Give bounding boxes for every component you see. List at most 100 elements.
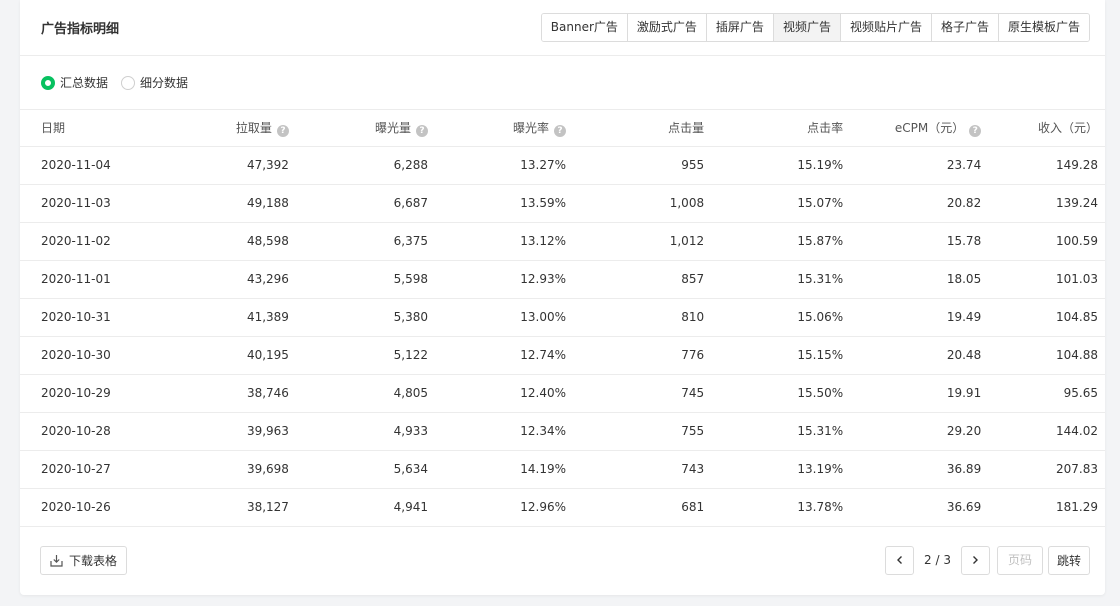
next-page-button[interactable]	[960, 545, 990, 575]
column-header-label: 日期	[41, 121, 66, 136]
table-cell: 2020-10-29	[41, 386, 111, 400]
table-cell: 955	[681, 158, 705, 172]
table-row: 2020-10-26 38,127 4,941 12.96% 681 13.78% 36.6…	[20, 488, 1105, 526]
table-cell: 4,933	[393, 424, 428, 438]
table-cell: 2020-11-04	[41, 158, 111, 172]
table-cell: 13.78%	[797, 500, 844, 514]
table-cell: 5,598	[393, 272, 428, 286]
table-cell: 47,392	[246, 158, 289, 172]
help-icon[interactable]: ?	[554, 124, 567, 137]
table-cell: 15.07%	[797, 196, 844, 210]
radio-unchecked-icon	[121, 75, 136, 90]
tab-4[interactable]: 视频贴片广告	[839, 14, 931, 41]
table-cell: 776	[681, 348, 705, 362]
table-cell: 15.19%	[797, 158, 844, 172]
table-cell: 15.50%	[797, 386, 844, 400]
table-cell: 2020-10-28	[41, 424, 111, 438]
table-cell: 104.88	[1056, 348, 1098, 362]
table-cell: 13.00%	[520, 310, 567, 324]
table-cell: 23.74	[946, 158, 982, 172]
column-header-label: eCPM（元）	[894, 120, 965, 135]
table-cell: 18.05	[946, 272, 982, 286]
table-cell: 12.34%	[520, 424, 567, 438]
tab-2[interactable]: 插屏广告	[705, 14, 773, 41]
table-cell: 12.96%	[520, 500, 567, 514]
table-cell: 12.40%	[520, 386, 567, 400]
table-cell: 2020-10-26	[41, 500, 111, 514]
page-title: 广告指标明细	[41, 22, 120, 37]
table-cell: 39,698	[246, 462, 289, 476]
table-cell: 12.93%	[520, 272, 567, 286]
metrics-table: 日期 拉取量? 曝光量? 曝光率? 点击量 点击率 eCPM（元）? 收入（元） 2020-1…	[20, 110, 1105, 527]
table-cell: 2020-11-01	[41, 272, 111, 286]
table-cell: 48,598	[246, 234, 289, 248]
table-row: 2020-10-30 40,195 5,122 12.74% 776 15.15% 20.4…	[20, 336, 1105, 374]
table-cell: 139.24	[1056, 196, 1098, 210]
table-row: 2020-10-31 41,389 5,380 13.00% 810 15.06% 19.4…	[20, 298, 1105, 336]
column-header-label: 曝光率	[513, 120, 550, 135]
table-cell: 15.87%	[797, 234, 844, 248]
help-icon[interactable]: ?	[276, 124, 289, 137]
jump-button[interactable]: 跳转	[1047, 545, 1090, 575]
table-cell: 95.65	[1063, 386, 1098, 400]
table-cell: 15.31%	[797, 272, 844, 286]
table-cell: 15.15%	[797, 348, 844, 362]
download-label: 下载表格	[69, 553, 118, 568]
download-icon	[50, 554, 63, 567]
table-cell: 181.29	[1056, 500, 1098, 514]
table-cell: 6,375	[393, 234, 428, 248]
table-footer: 下载表格 2 / 3 页码 跳转	[40, 545, 1090, 575]
tab-3[interactable]: 视频广告	[772, 14, 840, 41]
table-cell: 14.19%	[520, 462, 567, 476]
prev-page-button[interactable]	[885, 545, 915, 575]
table-cell: 149.28	[1056, 158, 1098, 172]
table-row: 2020-11-01 43,296 5,598 12.93% 857 15.31% 18.0…	[20, 260, 1105, 298]
page-indicator: 2 / 3	[924, 553, 951, 567]
download-table-button[interactable]: 下载表格	[40, 545, 128, 575]
pagination: 2 / 3 页码 跳转	[885, 545, 1090, 575]
column-header-label: 点击率	[807, 121, 844, 136]
tab-6[interactable]: 原生模板广告	[997, 14, 1089, 41]
table-cell: 41,389	[246, 310, 289, 324]
help-icon[interactable]: ?	[969, 124, 982, 137]
table-cell: 36.69	[946, 500, 982, 514]
tab-5[interactable]: 格子广告	[930, 14, 998, 41]
radio-label: 细分数据	[140, 76, 189, 90]
table-row: 2020-10-28 39,963 4,933 12.34% 755 15.31% 29.2…	[20, 412, 1105, 450]
radio-option-0[interactable]: 汇总数据	[41, 74, 108, 91]
table-cell: 20.48	[946, 348, 982, 362]
column-header-label: 拉取量	[235, 120, 272, 135]
table-cell: 29.20	[946, 424, 982, 438]
table-cell: 743	[681, 462, 705, 476]
table-cell: 1,012	[669, 234, 705, 248]
ad-type-tabs: Banner广告 激励式广告 插屏广告 视频广告 视频贴片广告 格子广告 原生模板广告	[540, 13, 1090, 42]
page-number-input[interactable]: 页码	[996, 545, 1043, 575]
help-icon[interactable]: ?	[416, 124, 428, 137]
chevron-left-icon	[896, 556, 902, 564]
column-header: 点击率	[704, 110, 843, 146]
radio-label: 汇总数据	[60, 76, 109, 90]
table-cell: 19.91	[946, 386, 982, 400]
column-header: 收入（元）	[981, 110, 1105, 146]
column-header-label: 点击量	[668, 121, 705, 136]
table-cell: 2020-10-30	[41, 348, 111, 362]
card-header: 广告指标明细 Banner广告 激励式广告 插屏广告 视频广告 视频贴片广告 格子广告 原生…	[20, 0, 1105, 56]
table-cell: 144.02	[1056, 424, 1098, 438]
tab-0[interactable]: Banner广告	[541, 14, 627, 41]
table-cell: 19.49	[946, 310, 982, 324]
table-cell: 13.12%	[520, 234, 567, 248]
tab-1[interactable]: 激励式广告	[626, 14, 706, 41]
radio-checked-icon	[41, 75, 55, 90]
radio-option-1[interactable]: 细分数据	[121, 74, 188, 91]
ad-metrics-card: 广告指标明细 Banner广告 激励式广告 插屏广告 视频广告 视频贴片广告 格子广告 原生…	[20, 0, 1105, 595]
table-cell: 13.27%	[520, 158, 567, 172]
table-cell: 100.59	[1056, 234, 1098, 248]
table-cell: 12.74%	[520, 348, 567, 362]
column-header: 点击量	[566, 110, 704, 146]
table-cell: 745	[681, 386, 705, 400]
table-cell: 101.03	[1056, 272, 1098, 286]
table-row: 2020-10-27 39,698 5,634 14.19% 743 13.19% 36.8…	[20, 450, 1105, 488]
table-row: 2020-11-03 49,188 6,687 13.59% 1,008 15.07% 20…	[20, 184, 1105, 222]
table-body: 2020-11-04 47,392 6,288 13.27% 955 15.19% 23.7…	[20, 146, 1105, 526]
table-cell: 2020-10-31	[41, 310, 111, 324]
